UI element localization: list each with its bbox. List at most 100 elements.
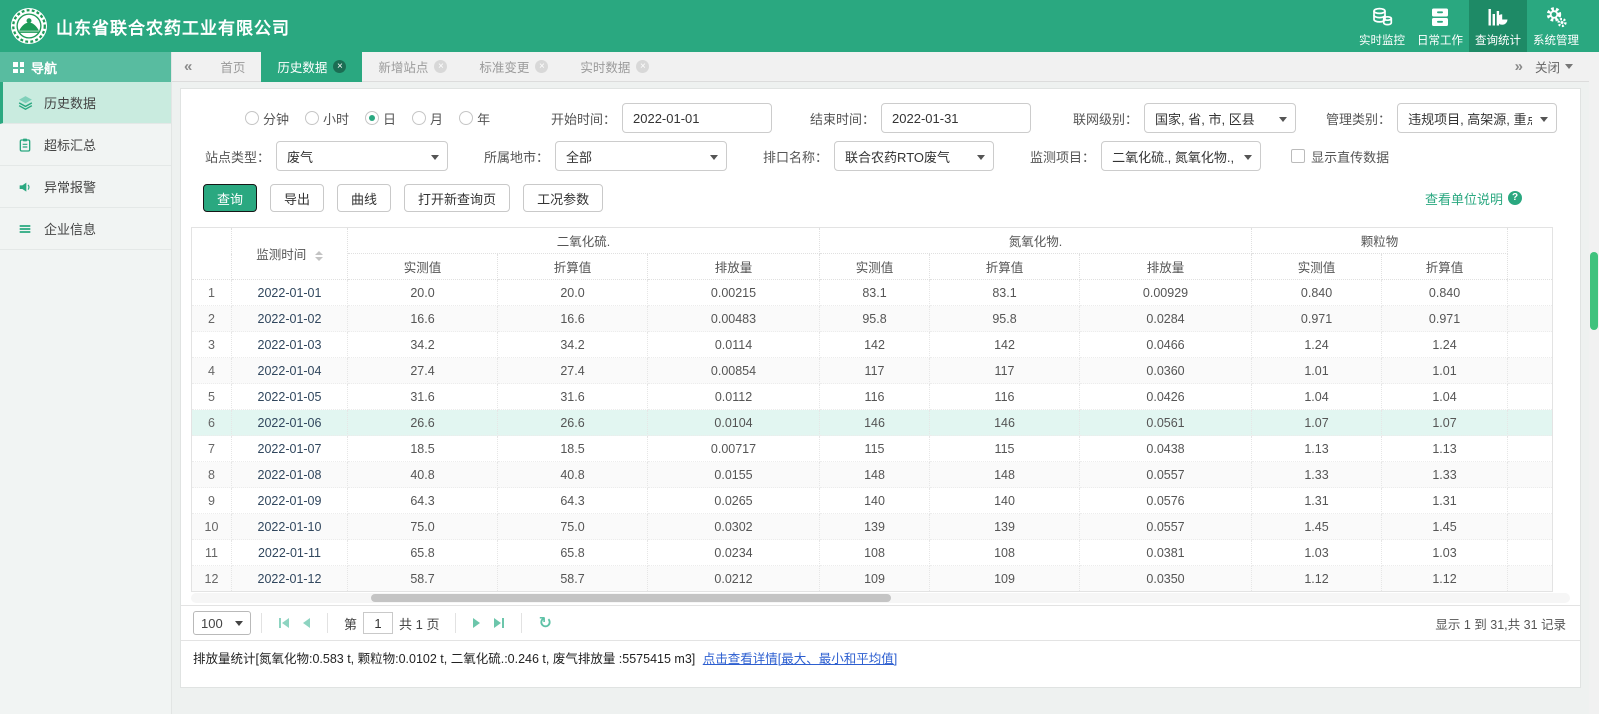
company-logo-icon bbox=[10, 7, 48, 45]
period-radio-minute[interactable]: 分钟 bbox=[245, 109, 289, 128]
topnav-system-manage[interactable]: 系统管理 bbox=[1527, 0, 1585, 52]
value-cell: 0.0466 bbox=[1079, 331, 1253, 358]
tab-close-icon[interactable]: × bbox=[636, 60, 650, 73]
topnav-query-stats[interactable]: 查询统计 bbox=[1469, 0, 1527, 52]
outlet-select[interactable]: 联合农药RTO废气 bbox=[834, 141, 995, 171]
close-tabs-menu[interactable]: 关闭 bbox=[1535, 57, 1573, 76]
tab-realtime-data[interactable]: 实时数据 × bbox=[564, 52, 665, 82]
network-level-select[interactable]: 国家, 省, 市, 区县 bbox=[1144, 103, 1297, 133]
monitor-time-cell: 2022-01-06 bbox=[231, 409, 348, 436]
table-row[interactable]: 8 2022-01-08 40.8 40.8 0.0155 148 148 0.0557 1.3… bbox=[191, 461, 1554, 488]
vertical-scrollbar-thumb[interactable] bbox=[1590, 252, 1598, 330]
content-area: 分钟 小时 日 月 年 开始时间： 结束时间： bbox=[172, 82, 1599, 714]
value-cell: 116 bbox=[819, 383, 931, 410]
sidebar-item-abnormal-alarm[interactable]: 异常报警 bbox=[0, 166, 171, 208]
tabs-scroll-right-icon[interactable]: » bbox=[1513, 58, 1525, 75]
end-time-input[interactable] bbox=[881, 103, 1032, 133]
chevron-down-icon bbox=[1540, 117, 1549, 122]
table-row[interactable]: 11 2022-01-11 65.8 65.8 0.0234 108 108 0.0381 1.… bbox=[191, 539, 1554, 566]
curve-button[interactable]: 曲线 bbox=[337, 184, 392, 212]
col-nox-measured: 实测值 bbox=[819, 253, 931, 280]
first-page-button[interactable] bbox=[272, 618, 296, 628]
sidebar-item-history-data[interactable]: 历史数据 bbox=[0, 82, 171, 124]
view-detail-link[interactable]: 点击查看详情[最大、最小和平均值] bbox=[703, 652, 897, 666]
col-pm-converted: 折算值 bbox=[1381, 253, 1509, 280]
unit-note-link[interactable]: 查看单位说明 ? bbox=[1425, 189, 1522, 208]
topnav-realtime-monitor[interactable]: 实时监控 bbox=[1353, 0, 1411, 52]
col-monitor-time[interactable]: 监测时间 bbox=[231, 227, 348, 280]
row-number-cell: 4 bbox=[191, 357, 232, 384]
monitor-time-cell: 2022-01-05 bbox=[231, 383, 348, 410]
tab-history-data[interactable]: 历史数据 × bbox=[261, 51, 363, 82]
tab-bar: « 首页 历史数据 × 新增站点 × 标准变更 × 实时数据 × » 关闭 bbox=[172, 51, 1599, 82]
manage-type-select[interactable]: 违规项目, 高架源, 重点排 bbox=[1397, 103, 1558, 133]
tab-close-icon[interactable]: × bbox=[535, 60, 549, 73]
table-row[interactable]: 7 2022-01-07 18.5 18.5 0.00717 115 115 0.0438 1.… bbox=[191, 435, 1554, 462]
col-pm-measured: 实测值 bbox=[1251, 253, 1383, 280]
monitor-time-cell: 2022-01-03 bbox=[231, 331, 348, 358]
top-nav: 实时监控 日常工作 查询统计 系统管理 bbox=[1353, 0, 1585, 52]
value-cell: 140 bbox=[819, 487, 931, 514]
table-row[interactable]: 9 2022-01-09 64.3 64.3 0.0265 140 140 0.0576 1.3… bbox=[191, 487, 1554, 514]
sort-icon[interactable] bbox=[314, 250, 323, 261]
sidebar-item-company-info[interactable]: 企业信息 bbox=[0, 208, 171, 250]
value-cell: 1.07 bbox=[1381, 409, 1509, 436]
condition-params-button[interactable]: 工况参数 bbox=[523, 184, 604, 212]
horizontal-scrollbar[interactable] bbox=[191, 593, 1570, 603]
search-button[interactable]: 查询 bbox=[203, 184, 258, 212]
value-cell: 142 bbox=[929, 331, 1081, 358]
tab-home[interactable]: 首页 bbox=[204, 52, 261, 82]
tab-close-icon[interactable]: × bbox=[333, 60, 347, 73]
value-cell bbox=[1507, 305, 1554, 332]
tab-new-station[interactable]: 新增站点 × bbox=[362, 52, 463, 82]
direct-data-checkbox[interactable]: 显示直传数据 bbox=[1291, 147, 1389, 166]
table-row[interactable]: 6 2022-01-06 26.6 26.6 0.0104 146 146 0.0561 1.0… bbox=[191, 409, 1554, 436]
topnav-daily-work[interactable]: 日常工作 bbox=[1411, 0, 1469, 52]
city-select[interactable]: 全部 bbox=[555, 141, 728, 171]
period-radio-month[interactable]: 月 bbox=[412, 109, 443, 128]
value-cell: 1.12 bbox=[1251, 565, 1383, 592]
value-cell: 34.2 bbox=[347, 331, 498, 358]
start-time-input[interactable] bbox=[622, 103, 773, 133]
page-size-select[interactable]: 100 bbox=[193, 611, 251, 635]
value-cell: 0.0114 bbox=[647, 331, 821, 358]
value-cell: 58.7 bbox=[497, 565, 648, 592]
value-cell: 117 bbox=[819, 357, 931, 384]
vertical-scrollbar[interactable] bbox=[1589, 52, 1599, 714]
value-cell: 108 bbox=[929, 539, 1081, 566]
export-button[interactable]: 导出 bbox=[270, 184, 325, 212]
value-cell: 20.0 bbox=[347, 279, 498, 306]
value-cell: 1.12 bbox=[1381, 565, 1509, 592]
next-page-button[interactable] bbox=[466, 618, 487, 628]
value-cell: 0.0155 bbox=[647, 461, 821, 488]
row-number-cell: 11 bbox=[191, 539, 232, 566]
horizontal-scrollbar-thumb[interactable] bbox=[371, 594, 891, 602]
table-row[interactable]: 4 2022-01-04 27.4 27.4 0.00854 117 117 0.0360 1.… bbox=[191, 357, 1554, 384]
tab-standard-change[interactable]: 标准变更 × bbox=[463, 52, 564, 82]
table-body: 1 2022-01-01 20.0 20.0 0.00215 83.1 83.1 0.0092… bbox=[191, 279, 1554, 592]
period-radio-day[interactable]: 日 bbox=[365, 109, 396, 128]
layers-icon bbox=[16, 94, 34, 112]
station-type-select[interactable]: 废气 bbox=[276, 141, 449, 171]
sidebar-item-exceed-summary[interactable]: 超标汇总 bbox=[0, 124, 171, 166]
table-row[interactable]: 3 2022-01-03 34.2 34.2 0.0114 142 142 0.0466 1.2… bbox=[191, 331, 1554, 358]
table-row[interactable]: 10 2022-01-10 75.0 75.0 0.0302 139 139 0.0557 1.… bbox=[191, 513, 1554, 540]
prev-page-button[interactable] bbox=[296, 618, 317, 628]
table-row[interactable]: 12 2022-01-12 58.7 58.7 0.0212 109 109 0.0350 1.… bbox=[191, 565, 1554, 592]
table-row[interactable]: 5 2022-01-05 31.6 31.6 0.0112 116 116 0.0426 1.0… bbox=[191, 383, 1554, 410]
page-number-input[interactable] bbox=[363, 612, 394, 634]
tab-close-icon[interactable]: × bbox=[434, 60, 448, 73]
value-cell: 0.0557 bbox=[1079, 461, 1253, 488]
value-cell: 1.03 bbox=[1251, 539, 1383, 566]
manage-type-label: 管理类别： bbox=[1326, 111, 1392, 127]
monitor-items-select[interactable]: 二氧化硫., 氮氧化物., 颗粒 bbox=[1101, 141, 1262, 171]
refresh-icon[interactable]: ↻ bbox=[532, 613, 557, 633]
last-page-button[interactable] bbox=[487, 618, 511, 628]
table-row[interactable]: 1 2022-01-01 20.0 20.0 0.00215 83.1 83.1 0.0092… bbox=[191, 279, 1554, 306]
value-cell: 1.07 bbox=[1251, 409, 1383, 436]
open-new-query-button[interactable]: 打开新查询页 bbox=[404, 184, 511, 212]
period-radio-year[interactable]: 年 bbox=[459, 109, 490, 128]
table-row[interactable]: 2 2022-01-02 16.6 16.6 0.00483 95.8 95.8 0.0284… bbox=[191, 305, 1554, 332]
tabs-scroll-left-icon[interactable]: « bbox=[172, 58, 204, 75]
period-radio-hour[interactable]: 小时 bbox=[305, 109, 349, 128]
